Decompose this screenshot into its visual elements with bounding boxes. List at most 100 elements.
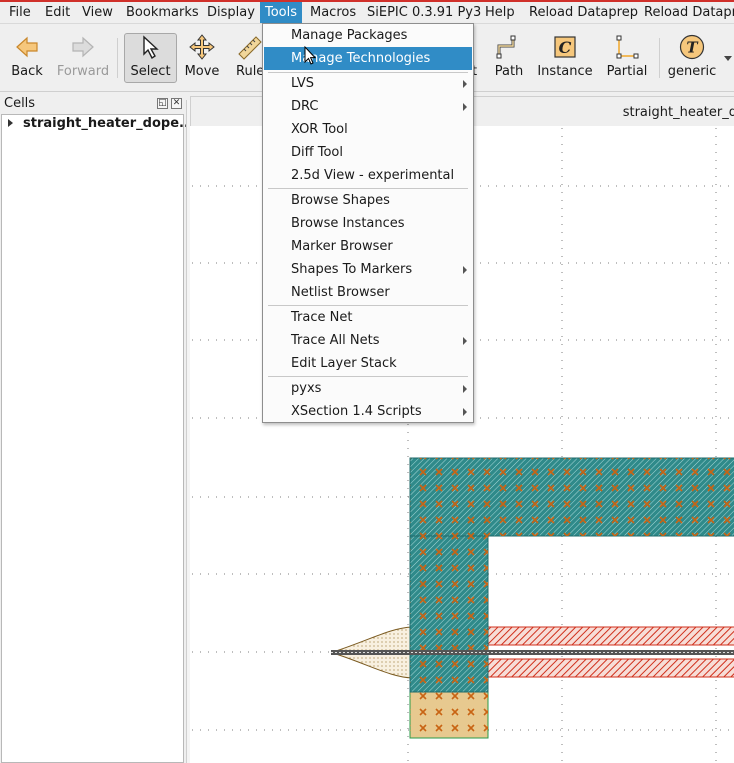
menu-item-2-5d-view[interactable]: 2.5d View - experimental [264, 164, 472, 187]
via-array-top [410, 458, 734, 536]
forward-arrow-icon [72, 36, 94, 58]
view-tab-title: straight_heater_d [622, 105, 734, 120]
move-label: Move [184, 64, 220, 79]
menu-macros[interactable]: Macros [305, 2, 361, 23]
generic-label: generic [667, 64, 717, 79]
toolbar-overflow-chevron-icon[interactable] [724, 56, 732, 62]
menu-item-edit-layer-stack[interactable]: Edit Layer Stack [264, 352, 472, 375]
menu-item-label: DRC [291, 99, 319, 114]
ruler-icon [238, 36, 262, 60]
instance-label: Instance [537, 64, 593, 79]
forward-label: Forward [56, 64, 110, 79]
menu-item-shapes-to-markers[interactable]: Shapes To Markers [264, 258, 472, 281]
menu-item-trace-net[interactable]: Trace Net [264, 306, 472, 329]
menu-item-label: Diff Tool [291, 145, 343, 160]
menu-tools[interactable]: Tools [260, 2, 303, 23]
menu-reload-dataprep-1[interactable]: Reload Dataprep [524, 2, 643, 23]
menu-item-manage-packages[interactable]: Manage Packages [264, 24, 472, 47]
select-pointer-icon [142, 35, 159, 60]
menu-item-marker-browser[interactable]: Marker Browser [264, 235, 472, 258]
cells-panel: Cells ◱ ✕ straight_heater_dope... [0, 94, 194, 763]
menu-item-lvs[interactable]: LVS [264, 72, 472, 95]
ruler-button[interactable]: Ruler [232, 34, 262, 82]
heater-strip-bottom [485, 658, 734, 678]
menu-item-label: Marker Browser [291, 239, 393, 254]
back-label: Back [11, 64, 43, 79]
tree-row-cell[interactable]: straight_heater_dope... [2, 115, 194, 133]
submenu-arrow-icon [463, 103, 467, 111]
close-panel-icon[interactable]: ✕ [171, 98, 182, 109]
partial-button[interactable]: Partial [604, 34, 650, 82]
generic-button[interactable]: T generic [666, 34, 718, 82]
toolbar-separator [659, 38, 660, 78]
cell-name-label: straight_heater_dope... [23, 116, 194, 131]
forward-button[interactable]: Forward [55, 34, 111, 82]
mouse-cursor-icon [304, 46, 316, 65]
tools-dropdown-menu: Manage Packages Manage Technologies LVS … [262, 23, 474, 423]
submenu-arrow-icon [463, 337, 467, 345]
path-icon [496, 35, 516, 59]
menu-item-label: XSection 1.4 Scripts [291, 404, 422, 419]
menu-item-drc[interactable]: DRC [264, 95, 472, 118]
menu-item-label: Shapes To Markers [291, 262, 413, 277]
partial-label: Partial [606, 64, 648, 79]
submenu-arrow-icon [463, 266, 467, 274]
menu-item-label: Browse Shapes [291, 193, 390, 208]
menu-help[interactable]: Help [480, 2, 520, 23]
menu-item-xsection-scripts[interactable]: XSection 1.4 Scripts [264, 400, 472, 423]
select-label: Select [130, 64, 171, 79]
float-panel-icon[interactable]: ◱ [157, 98, 168, 109]
menu-siepic[interactable]: SiEPIC 0.3.91 Py3 [362, 2, 486, 23]
menu-item-browse-shapes[interactable]: Browse Shapes [264, 189, 472, 212]
toolbar-separator [117, 38, 118, 78]
menu-item-label: LVS [291, 76, 314, 91]
submenu-arrow-icon [463, 385, 467, 393]
submenu-arrow-icon [463, 80, 467, 88]
menu-item-label: Netlist Browser [291, 285, 390, 300]
cells-panel-title: Cells [4, 96, 36, 111]
partial-edit-icon [616, 35, 639, 59]
ruler-label: Ruler [236, 64, 262, 79]
menu-item-xor-tool[interactable]: XOR Tool [264, 118, 472, 141]
instance-cell-icon: C [554, 36, 576, 58]
menu-item-label: Trace Net [291, 310, 353, 325]
menu-item-label: 2.5d View - experimental [291, 168, 455, 183]
svg-text:T: T [686, 39, 699, 57]
cells-tree: straight_heater_dope... [1, 114, 194, 763]
menu-item-trace-all-nets[interactable]: Trace All Nets [264, 329, 472, 352]
menu-item-label: Manage Packages [291, 28, 408, 43]
menu-item-label: pyxs [291, 381, 322, 396]
generic-text-icon: T [679, 34, 705, 60]
menu-item-pyxs[interactable]: pyxs [264, 377, 472, 400]
back-arrow-icon [16, 36, 38, 58]
move-cross-icon [189, 34, 215, 60]
back-button[interactable]: Back [4, 34, 50, 82]
path-label: Path [494, 64, 524, 79]
menu-item-label: Edit Layer Stack [291, 356, 397, 371]
menu-item-label: Trace All Nets [291, 333, 380, 348]
menu-bookmarks[interactable]: Bookmarks [121, 2, 204, 23]
menu-view[interactable]: View [77, 2, 118, 23]
menu-item-browse-instances[interactable]: Browse Instances [264, 212, 472, 235]
svg-text:C: C [559, 38, 572, 57]
menu-item-label: Browse Instances [291, 216, 405, 231]
menu-item-manage-technologies[interactable]: Manage Technologies [264, 47, 472, 70]
menubar: File Edit View Bookmarks Display Tools M… [0, 2, 734, 24]
submenu-arrow-icon [463, 408, 467, 416]
menu-item-label: XOR Tool [291, 122, 348, 137]
app-window: File Edit View Bookmarks Display Tools M… [0, 0, 734, 763]
select-button[interactable]: Select [124, 33, 177, 83]
expand-arrow-icon[interactable] [8, 119, 13, 127]
cells-panel-header: Cells ◱ ✕ [0, 94, 186, 114]
menu-display[interactable]: Display [202, 2, 260, 23]
heater-strip-top [485, 626, 734, 646]
menu-reload-dataprep-2[interactable]: Reload Dataprep [639, 2, 734, 23]
instance-button[interactable]: C Instance [537, 34, 593, 82]
path-button[interactable]: Path [490, 34, 528, 82]
menu-edit[interactable]: Edit [40, 2, 75, 23]
menu-item-diff-tool[interactable]: Diff Tool [264, 141, 472, 164]
menu-item-netlist-browser[interactable]: Netlist Browser [264, 281, 472, 304]
via-array-vertical [410, 536, 488, 736]
menu-file[interactable]: File [4, 2, 36, 23]
move-button[interactable]: Move [180, 34, 224, 82]
